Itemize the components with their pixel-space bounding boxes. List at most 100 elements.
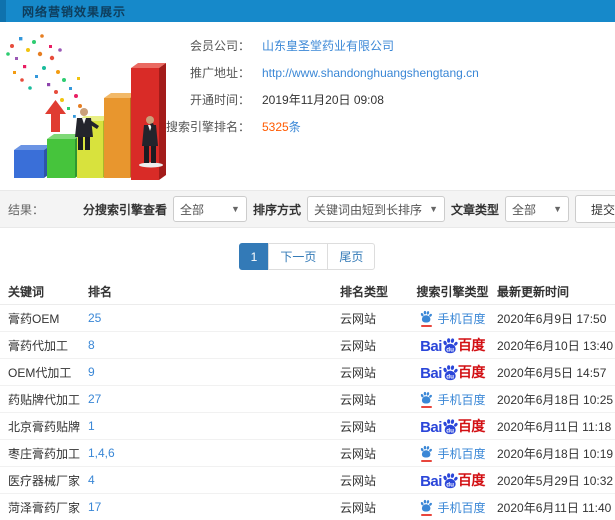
member-info-panel: 会员公司： 山东皇圣堂药业有限公司 推广地址： http://www.shandong… (158, 32, 479, 140)
engine-label: 百度 (457, 364, 486, 380)
rank-link[interactable]: 1,4,6 (88, 446, 115, 460)
filter-bar: 结果： 分搜索引擎查看 全部 ▼ 排序方式 关键词由短到长排序 ▼ 文章类型 全… (0, 190, 615, 228)
update-time-cell: 2020年6月5日 14:57 (497, 365, 607, 380)
rank-link[interactable]: 27 (88, 392, 101, 406)
sort-select[interactable]: 关键词由短到长排序 ▼ (306, 196, 445, 222)
red-underline (420, 459, 432, 462)
pagination: 1 下一页 尾页 (0, 243, 615, 270)
col-header-keyword: 关键词 (8, 284, 45, 299)
svg-text:du: du (446, 427, 454, 434)
update-time-cell: 2020年6月9日 17:50 (497, 311, 607, 326)
rank-cell: 1,4,6 (88, 446, 340, 460)
col-header-rank-type: 排名类型 (340, 284, 389, 299)
table-row: 膏药代加工 8 云网站 Bai du 百度 2020年6月10日 13:40 (0, 332, 615, 359)
info-label: 搜索引擎排名： (165, 120, 250, 134)
sort-value: 关键词由短到长排序 (313, 202, 422, 217)
baidu-logo[interactable]: Bai du 百度 (420, 335, 485, 355)
engine-label: 百度 (457, 472, 486, 488)
next-page-button[interactable]: 下一页 (268, 243, 329, 270)
last-page-button[interactable]: 尾页 (327, 243, 376, 270)
rank-type-cell: 云网站 (340, 500, 377, 515)
page: 网络营销效果展示 会员公司： 山东皇圣堂药业有限公司 推广地址： http://… (0, 0, 615, 520)
engine-type-cell: 手机百度 (408, 499, 497, 516)
engine-type-cell: Bai du 百度 (408, 335, 497, 355)
update-time-cell: 2020年6月11日 11:18 (497, 419, 612, 434)
engine-label: 百度 (457, 418, 486, 434)
info-row: 开通时间： 2019年11月20日 09:08 (158, 86, 479, 113)
engine-type-cell: Bai du 百度 (408, 362, 497, 382)
update-time-cell: 2020年6月18日 10:19 (497, 446, 614, 461)
info-label: 会员公司： (189, 39, 250, 53)
engine-filter-label: 分搜索引擎查看 (82, 202, 167, 217)
mobile-baidu-logo[interactable]: 手机百度 (419, 310, 486, 327)
col-header-update-time: 最新更新时间 (497, 284, 570, 299)
rank-link[interactable]: 1 (88, 419, 95, 433)
confetti-dots (6, 34, 88, 122)
keyword-cell: 药贴牌代加工 (8, 392, 81, 407)
rank-link[interactable]: 8 (88, 338, 95, 352)
info-value: 5325条 (262, 118, 301, 135)
col-header-rank: 排名 (88, 284, 113, 299)
baidu-paw-icon (419, 445, 433, 462)
baidu-paw-icon: du (441, 337, 459, 358)
red-underline (420, 405, 432, 408)
keyword-cell: 膏药代加工 (8, 338, 69, 353)
page-number-current[interactable]: 1 (238, 243, 270, 270)
keyword-cell: 菏泽膏药厂家 (8, 500, 81, 515)
baidu-logo-bai: Bai (420, 365, 442, 382)
mobile-baidu-logo[interactable]: 手机百度 (419, 499, 486, 516)
rank-type-cell: 云网站 (340, 338, 377, 353)
baidu-logo[interactable]: Bai du 百度 (420, 416, 485, 436)
update-time-cell: 2020年6月18日 10:25 (497, 392, 614, 407)
baidu-logo[interactable]: Bai du 百度 (420, 362, 485, 382)
engine-type-cell: 手机百度 (408, 391, 497, 408)
mobile-baidu-logo[interactable]: 手机百度 (419, 391, 486, 408)
table-row: OEM代加工 9 云网站 Bai du 百度 2020年6月5日 14:57 (0, 359, 615, 386)
rank-type-cell: 云网站 (340, 419, 377, 434)
baidu-logo[interactable]: Bai du 百度 (420, 470, 485, 490)
engine-label: 手机百度 (437, 392, 486, 407)
filter-controls: 分搜索引擎查看 全部 ▼ 排序方式 关键词由短到长排序 ▼ 文章类型 全部 ▼ … (83, 195, 615, 223)
sort-label: 排序方式 (252, 202, 301, 217)
info-value: 2019年11月20日 09:08 (262, 93, 384, 107)
submit-button[interactable]: 提交 (575, 195, 615, 223)
rank-type-cell: 云网站 (340, 446, 377, 461)
update-time-cell: 2020年6月11日 11:40 (497, 500, 612, 515)
ranking-count: 5325 (262, 120, 289, 134)
keyword-cell: 膏药OEM (8, 311, 60, 326)
ranking-count-unit: 条 (288, 120, 301, 134)
baidu-paw-icon (419, 310, 433, 327)
table-body: 膏药OEM 25 云网站 手机百度 2020年6月9日 17:50 膏药代加工 8 云网站 Ba… (0, 305, 615, 520)
rank-cell: 9 (88, 365, 340, 379)
engine-filter-select[interactable]: 全部 ▼ (172, 196, 247, 222)
table-row: 北京膏药贴牌 1 云网站 Bai du 百度 2020年6月11日 11:18 (0, 413, 615, 440)
engine-label: 手机百度 (437, 446, 486, 461)
engine-type-cell: Bai du 百度 (408, 470, 497, 490)
rank-link[interactable]: 4 (88, 473, 95, 487)
col-header-engine-type: 搜索引擎类型 (416, 284, 489, 299)
engine-type-cell: 手机百度 (408, 445, 497, 462)
keyword-cell: OEM代加工 (8, 365, 72, 380)
rank-link[interactable]: 17 (88, 500, 101, 514)
engine-label: 百度 (457, 337, 486, 353)
svg-text:du: du (446, 481, 454, 488)
article-type-select[interactable]: 全部 ▼ (505, 196, 569, 222)
results-table: 关键词 排名 排名类型 搜索引擎类型 最新更新时间 膏药OEM 25 云网站 手机百度… (0, 278, 615, 520)
baidu-paw-icon: du (441, 364, 459, 385)
info-value-link[interactable]: http://www.shandonghuangshengtang.cn (262, 66, 479, 80)
rank-cell: 1 (88, 419, 340, 433)
engine-label: 手机百度 (437, 500, 486, 515)
table-row: 菏泽膏药厂家 17 云网站 手机百度 2020年6月11日 11:40 (0, 494, 615, 520)
rank-link[interactable]: 25 (88, 311, 101, 325)
mobile-baidu-logo[interactable]: 手机百度 (419, 445, 486, 462)
rank-cell: 25 (88, 311, 340, 325)
info-row: 会员公司： 山东皇圣堂药业有限公司 (158, 32, 479, 59)
chevron-down-icon: ▼ (231, 204, 240, 214)
rank-link[interactable]: 9 (88, 365, 95, 379)
baidu-paw-icon (419, 391, 433, 408)
info-label: 开通时间： (189, 93, 250, 107)
rank-cell: 17 (88, 500, 340, 514)
update-time-cell: 2020年5月29日 10:32 (497, 473, 614, 488)
table-row: 医疗器械厂家 4 云网站 Bai du 百度 2020年5月29日 10:32 (0, 467, 615, 494)
info-value-link[interactable]: 山东皇圣堂药业有限公司 (262, 37, 394, 54)
